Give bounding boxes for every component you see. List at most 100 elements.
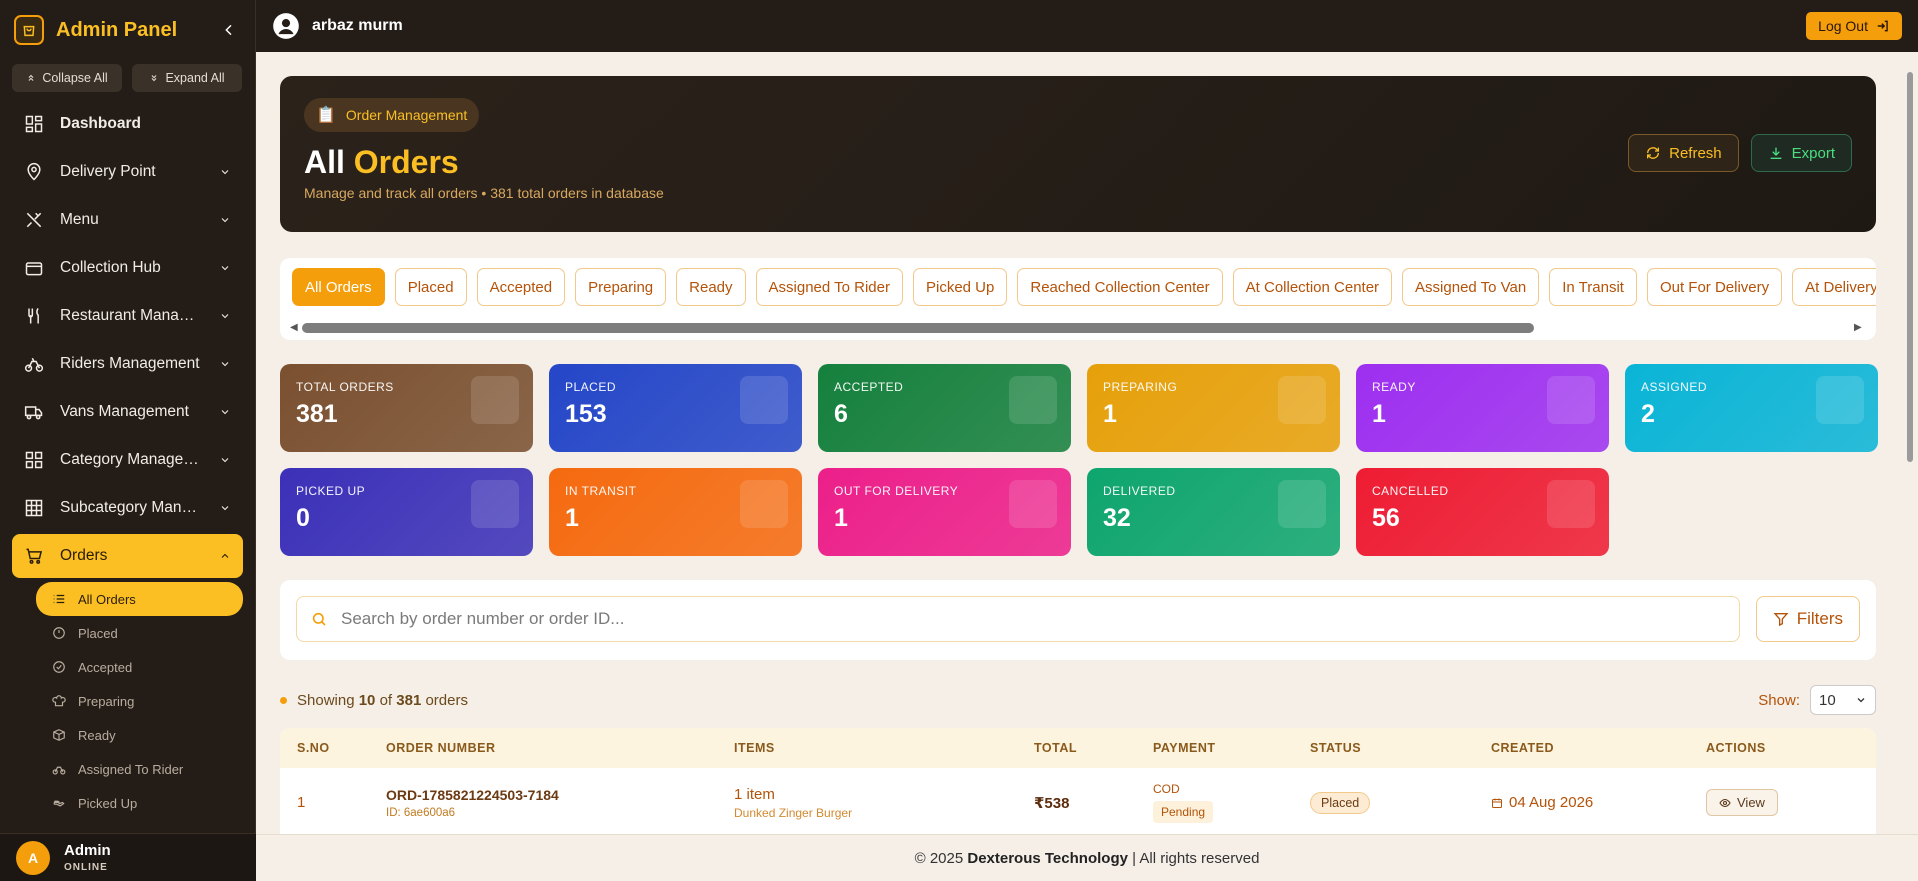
- scrollbar-thumb[interactable]: [302, 323, 1534, 333]
- avatar: A: [16, 840, 50, 875]
- logout-button[interactable]: Log Out: [1806, 12, 1902, 40]
- stat-card-in-transit[interactable]: IN TRANSIT 1: [549, 468, 802, 556]
- tab-at-collection-center[interactable]: At Collection Center: [1232, 268, 1393, 306]
- export-button[interactable]: Export: [1750, 134, 1852, 172]
- export-label: Export: [1791, 144, 1835, 162]
- created-date-text: 04 Aug 2026: [1509, 794, 1594, 811]
- clipboard-icon: 📋: [316, 107, 336, 124]
- scroll-left-icon[interactable]: ◀: [290, 322, 302, 333]
- stat-decoration-icon: [1547, 376, 1595, 424]
- tab-at-delivery-point[interactable]: At Delivery Point: [1792, 268, 1876, 306]
- page-size-select[interactable]: 10: [1810, 685, 1876, 715]
- section-badge: 📋 Order Management: [304, 98, 480, 132]
- page-footer: © 2025 Dexterous Technology | All rights…: [256, 834, 1918, 881]
- sidebar-item-category-management[interactable]: Category Management: [0, 436, 255, 484]
- sidebar-item-label: Collection Hub: [60, 259, 161, 276]
- tabs-scrollbar[interactable]: ◀ ▶: [290, 320, 1866, 334]
- stat-card-total-orders[interactable]: TOTAL ORDERS 381: [280, 364, 533, 452]
- hand-icon: [53, 800, 65, 807]
- submenu-item-ready[interactable]: Ready: [36, 718, 243, 752]
- tab-placed[interactable]: Placed: [394, 268, 467, 306]
- tab-picked-up[interactable]: Picked Up: [912, 268, 1008, 306]
- column-header: ITEMS: [734, 741, 775, 755]
- stat-card-placed[interactable]: PLACED 153: [549, 364, 802, 452]
- logout-label: Log Out: [1818, 18, 1868, 34]
- section-badge-label: Order Management: [345, 107, 468, 123]
- collapse-all-label: Collapse All: [42, 71, 108, 85]
- submenu-item-label: Ready: [78, 727, 116, 743]
- scroll-right-icon[interactable]: ▶: [1854, 322, 1866, 333]
- stat-card-preparing[interactable]: PREPARING 1: [1087, 364, 1340, 452]
- tab-out-for-delivery[interactable]: Out For Delivery: [1646, 268, 1783, 306]
- sidebar-item-riders-management[interactable]: Riders Management: [0, 340, 255, 388]
- stat-card-out-for-delivery[interactable]: OUT FOR DELIVERY 1: [818, 468, 1071, 556]
- tab-assigned-to-rider[interactable]: Assigned To Rider: [755, 268, 903, 306]
- submenu-item-picked-up[interactable]: Picked Up: [36, 786, 243, 820]
- submenu-item-label: Accepted: [78, 659, 133, 675]
- row-order: ORD-1785821224503-7184 ID: 6ae600a6: [386, 787, 734, 819]
- row-status: Placed: [1310, 791, 1491, 814]
- refresh-button[interactable]: Refresh: [1628, 134, 1739, 172]
- stat-decoration-icon: [471, 480, 519, 528]
- sidebar-item-label: Category Management: [60, 451, 203, 468]
- submenu-item-all-orders[interactable]: All Orders: [36, 582, 243, 616]
- submenu-item-assigned-to-rider[interactable]: Assigned To Rider: [36, 752, 243, 786]
- stat-decoration-icon: [1816, 376, 1864, 424]
- stat-card-ready[interactable]: READY 1: [1356, 364, 1609, 452]
- filters-button[interactable]: Filters: [1755, 596, 1860, 642]
- status-dot: [280, 696, 287, 704]
- orders-submenu: All Orders Placed Accepted Preparing Rea…: [0, 580, 255, 820]
- sidebar-item-dashboard[interactable]: Dashboard: [0, 100, 255, 148]
- sidebar-item-subcategory-management[interactable]: Subcategory Manage…: [0, 484, 255, 532]
- expand-all-button[interactable]: Expand All: [132, 64, 242, 92]
- sidebar-item-collection-hub[interactable]: Collection Hub: [0, 244, 255, 292]
- stat-card-delivered[interactable]: DELIVERED 32: [1087, 468, 1340, 556]
- tab-accepted[interactable]: Accepted: [476, 268, 566, 306]
- page-title-plain: All: [304, 144, 345, 180]
- view-order-button[interactable]: View: [1706, 789, 1778, 816]
- chevron-down-icon: [221, 506, 229, 511]
- sidebar-item-delivery-point[interactable]: Delivery Point: [0, 148, 255, 196]
- collapse-sidebar-button[interactable]: [217, 18, 241, 42]
- current-user: arbaz murm: [272, 12, 1806, 40]
- submenu-item-accepted[interactable]: Accepted: [36, 650, 243, 684]
- sidebar-user-status: ONLINE: [64, 862, 108, 873]
- collapse-all-button[interactable]: Collapse All: [12, 64, 122, 92]
- stat-card-picked-up[interactable]: PICKED UP 0: [280, 468, 533, 556]
- sidebar-user-name: Admin: [64, 842, 111, 859]
- sidebar-item-vans-management[interactable]: Vans Management: [0, 388, 255, 436]
- stat-decoration-icon: [1009, 480, 1057, 528]
- table-row[interactable]: 1 ORD-1785821224503-7184 ID: 6ae600a6 1 …: [280, 768, 1876, 834]
- truck-icon: [24, 406, 43, 420]
- row-payment: COD Pending: [1153, 782, 1310, 823]
- sidebar-item-menu[interactable]: Menu: [0, 196, 255, 244]
- main-content: 📋 Order Management All Orders Manage and…: [256, 52, 1902, 834]
- tab-ready[interactable]: Ready: [676, 268, 746, 306]
- stat-card-assigned[interactable]: ASSIGNED 2: [1625, 364, 1878, 452]
- tab-all-orders[interactable]: All Orders: [292, 268, 385, 306]
- grid-icon: [25, 451, 43, 469]
- status-tabs: All Orders Placed Accepted Preparing Rea…: [280, 258, 1876, 340]
- submenu-item-preparing[interactable]: Preparing: [36, 684, 243, 718]
- chevron-down-icon: [221, 362, 229, 367]
- user-circle-icon: [273, 13, 299, 39]
- stat-card-cancelled[interactable]: CANCELLED 56: [1356, 468, 1609, 556]
- sidebar-item-label: Vans Management: [60, 403, 189, 420]
- tab-in-transit[interactable]: In Transit: [1549, 268, 1637, 306]
- tab-preparing[interactable]: Preparing: [575, 268, 667, 306]
- sidebar-item-orders[interactable]: Orders: [12, 534, 243, 578]
- search-input[interactable]: [341, 609, 1725, 629]
- showing-text: Showing 10 of 381 orders: [297, 692, 468, 709]
- tab-reached-collection-center[interactable]: Reached Collection Center: [1017, 268, 1223, 306]
- calendar-icon: [1492, 798, 1502, 808]
- tab-assigned-to-van[interactable]: Assigned To Van: [1402, 268, 1540, 306]
- sidebar-item-restaurant-management[interactable]: Restaurant Managem…: [0, 292, 255, 340]
- utensils-crossed-icon: [26, 212, 42, 228]
- page-scrollbar-thumb[interactable]: [1907, 72, 1913, 462]
- submenu-item-label: Preparing: [78, 693, 135, 709]
- submenu-item-placed[interactable]: Placed: [36, 616, 243, 650]
- stat-card-accepted[interactable]: ACCEPTED 6: [818, 364, 1071, 452]
- top-bar: arbaz murm Log Out: [256, 0, 1918, 52]
- page-scrollbar[interactable]: [1902, 52, 1918, 834]
- submenu-item-label: All Orders: [78, 591, 136, 607]
